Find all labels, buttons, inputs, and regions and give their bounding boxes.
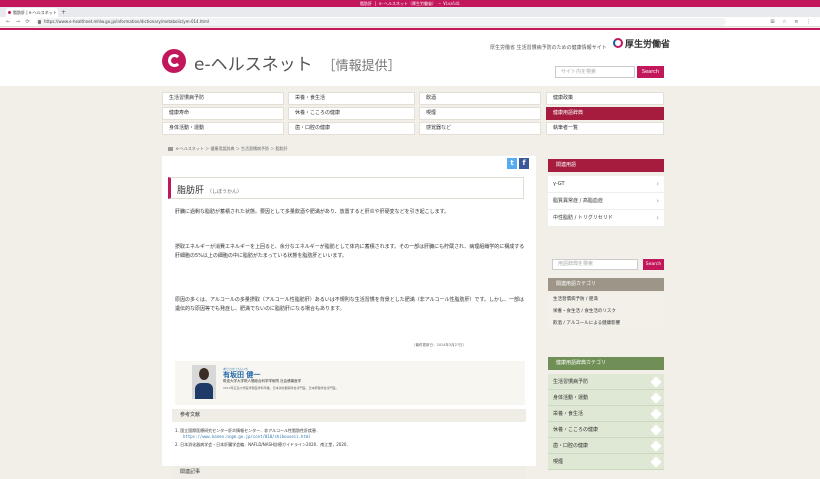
related-term-item[interactable]: 中性脂肪 / トリグリセリド ›	[548, 210, 664, 227]
tag-icon	[650, 440, 662, 452]
tag-icon	[650, 424, 662, 436]
site-search-button[interactable]: Search	[637, 66, 664, 78]
article-main: t f 脂肪肝 （しぼうかん） 肝臓に過剰な脂肪が蓄積された状態。要因として多量飲…	[162, 156, 536, 479]
related-category-item[interactable]: 栄養・食生活 / 食生活のリスク	[548, 306, 664, 318]
new-tab-icon[interactable]: +	[61, 8, 66, 17]
gnav-item[interactable]: 栄養・食生活	[288, 92, 415, 105]
site-search-input[interactable]: サイト内を検索	[555, 66, 635, 78]
facebook-share-button[interactable]: f	[519, 158, 529, 169]
ministry-mark-icon	[613, 38, 623, 48]
related-term-label: γ-GT	[553, 181, 565, 187]
dictionary-category-label: 歯・口腔の健康	[553, 443, 589, 449]
gnav-item[interactable]: 休養・こころの健康	[288, 107, 415, 120]
related-term-label: 中性脂肪 / トリグリセリド	[553, 215, 613, 221]
address-bar-row: ← → ⟳ https://www.e-healthnet.mhlw.go.jp…	[0, 17, 820, 27]
site-name-text: e-ヘルスネット	[194, 55, 313, 75]
window-title-bar: 脂肪肝 | e-ヘルスネット（厚生労働省） — Vivaldi	[0, 0, 820, 7]
gnav-item[interactable]: 喫煙	[419, 107, 541, 120]
reference-link[interactable]: https://www.kanen.ncgm.go.jp/cont/010/sh…	[175, 434, 525, 440]
article-title: 脂肪肝	[177, 186, 205, 196]
breadcrumb: e-ヘルスネット ＞ 健康用語辞典 ＞ 生活習慣病予防 ＞ 脂肪肝	[168, 146, 288, 152]
dictionary-category-item[interactable]: 栄養・食生活	[548, 406, 664, 422]
site-header: e-ヘルスネット ［情報提供］ 厚生労働省 生活習慣病予防のための健康情報サイト …	[0, 28, 820, 86]
author-affiliation: 筑波大学大学院人間総合科学学術院 社会健康医学	[223, 379, 302, 383]
related-categories-list: 生活習慣病予防 / 肥満 栄養・食生活 / 食生活のリスク 飲酒 / アルコール…	[548, 294, 664, 330]
related-terms-list: γ-GT › 脂質異常症 / 高脂血症 › 中性脂肪 / トリグリセリド ›	[548, 176, 664, 227]
site-logo-icon[interactable]	[162, 49, 186, 73]
dictionary-category-item[interactable]: 身体活動・運動	[548, 390, 664, 406]
author-photo	[192, 365, 216, 399]
author-box: ありさか けんいち 有坂田 健一 筑波大学大学院人間総合科学学術院 社会健康医学…	[175, 361, 525, 405]
browser-tab-bar: 脂肪肝 | e-ヘルスネット +	[0, 7, 820, 17]
dictionary-category-label: 栄養・食生活	[553, 411, 584, 417]
article-title-reading: （しぼうかん）	[207, 189, 243, 195]
dictionary-category-label: 生活習慣病予防	[553, 379, 589, 385]
home-icon[interactable]	[168, 147, 173, 151]
term-search-button[interactable]: Search	[643, 259, 664, 270]
chevron-right-icon: ›	[656, 180, 659, 188]
references-heading: 参考文献	[172, 409, 526, 422]
gnav-item[interactable]: 生活習慣病予防	[162, 92, 284, 105]
term-search-input[interactable]: 用語辞典を検索	[552, 259, 638, 270]
references-list: 1. 国立国際医療研究センター肝炎情報センター．非アルコール性脂肪性肝疾患． h…	[175, 428, 525, 448]
url-field[interactable]: https://www.e-healthnet.mhlw.go.jp/infor…	[36, 18, 726, 26]
article-title-box: 脂肪肝 （しぼうかん）	[168, 177, 524, 199]
gnav-item[interactable]: 飲酒	[419, 92, 541, 105]
dictionary-category-item[interactable]: 歯・口腔の健康	[548, 438, 664, 454]
site-tagline: 厚生労働省 生活習慣病予防のための健康情報サイト	[490, 45, 607, 51]
dictionary-category-label: 喫煙	[553, 459, 564, 465]
related-term-label: 脂質異常症 / 高脂血症	[553, 198, 603, 204]
browser-tab[interactable]: 脂肪肝 | e-ヘルスネット	[6, 8, 58, 17]
favicon-icon	[8, 11, 11, 14]
dictionary-categories-heading: 健康用語辞典カテゴリ	[548, 357, 664, 370]
tag-icon	[650, 408, 662, 420]
gnav-item[interactable]: 健康寿命	[162, 107, 284, 120]
gnav-item[interactable]: 感覚器など	[419, 122, 541, 135]
tab-title: 脂肪肝 | e-ヘルスネット	[13, 10, 57, 15]
last-updated: （最終更新日：2024年3月27日）	[412, 343, 467, 347]
site-name-sub: ［情報提供］	[322, 59, 401, 74]
article-lead: 肝臓に過剰な脂肪が蓄積された状態。要因として多量飲酒や肥満があり、放置すると肝炎…	[175, 209, 450, 215]
author-profile: 2014年広島大学医学部医学科卒業。日本消化器病学会専門医、日本肝臓学会専門医。	[223, 386, 339, 390]
site-name[interactable]: e-ヘルスネット ［情報提供］	[194, 50, 401, 75]
breadcrumb-text[interactable]: e-ヘルスネット ＞ 健康用語辞典 ＞ 生活習慣病予防 ＞ 脂肪肝	[176, 146, 288, 151]
gnav-item[interactable]: 執筆者一覧	[546, 122, 664, 135]
related-articles-heading: 関連記事	[172, 466, 526, 479]
related-term-item[interactable]: 脂質異常症 / 高脂血症 ›	[548, 193, 664, 210]
related-category-item[interactable]: 生活習慣病予防 / 肥満	[548, 294, 664, 306]
twitter-share-button[interactable]: t	[507, 158, 517, 169]
sidebar: 関連用語 γ-GT › 脂質異常症 / 高脂血症 › 中性脂肪 / トリグリセリド ›…	[548, 156, 664, 470]
chevron-right-icon: ›	[656, 197, 659, 205]
nav-buttons[interactable]: ← → ⟳	[6, 18, 32, 26]
gnav-item[interactable]: 歯・口腔の健康	[288, 122, 415, 135]
related-terms-heading: 関連用語	[548, 159, 664, 172]
gnav-item-active[interactable]: 健康用語辞典	[546, 107, 664, 120]
dictionary-category-item[interactable]: 喫煙	[548, 454, 664, 470]
global-nav: 生活習慣病予防 栄養・食生活 飲酒 健康政策 健康寿命 休養・こころの健康 喫煙…	[0, 88, 820, 144]
tag-icon	[650, 376, 662, 388]
related-category-item[interactable]: 飲酒 / アルコールによる健康影響	[548, 318, 664, 330]
lock-icon	[38, 20, 41, 24]
dictionary-category-item[interactable]: 休養・こころの健康	[548, 422, 664, 438]
tag-icon	[650, 392, 662, 404]
related-term-item[interactable]: γ-GT ›	[548, 176, 664, 193]
dictionary-categories-list: 生活習慣病予防 身体活動・運動 栄養・食生活 休養・こころの健康 歯・口腔の健康…	[548, 374, 664, 470]
dictionary-category-label: 身体活動・運動	[553, 395, 589, 401]
url-text: https://www.e-healthnet.mhlw.go.jp/infor…	[44, 19, 209, 24]
article-paragraph-2: 原因の多くは、アルコールの多量摂取（アルコール性脂肪肝）あるいは不規則な生活習慣…	[175, 297, 525, 312]
header-accent-bar	[0, 28, 820, 30]
toolbar-icons[interactable]: ⊞ ☆ ≡ ⋮	[770, 18, 814, 26]
article-paragraph-1: 摂取エネルギーが消費エネルギーを上回ると、余分なエネルギーが脂肪として体内に蓄積…	[175, 244, 525, 259]
web-page: e-ヘルスネット ［情報提供］ 厚生労働省 生活習慣病予防のための健康情報サイト …	[0, 28, 820, 479]
ministry-logo[interactable]: 厚生労働省	[613, 37, 670, 50]
chevron-right-icon: ›	[656, 214, 659, 222]
gnav-item[interactable]: 健康政策	[546, 92, 664, 105]
ministry-name: 厚生労働省	[625, 40, 671, 50]
related-categories-heading: 関連用語カテゴリ	[548, 278, 664, 291]
reference-item: 2. 日本消化器病学会・日本肝臓学会編．NAFLD/NASH診療ガイドライン20…	[175, 442, 351, 447]
gnav-item[interactable]: 身体活動・運動	[162, 122, 284, 135]
dictionary-category-item[interactable]: 生活習慣病予防	[548, 374, 664, 390]
dictionary-category-label: 休養・こころの健康	[553, 427, 599, 433]
